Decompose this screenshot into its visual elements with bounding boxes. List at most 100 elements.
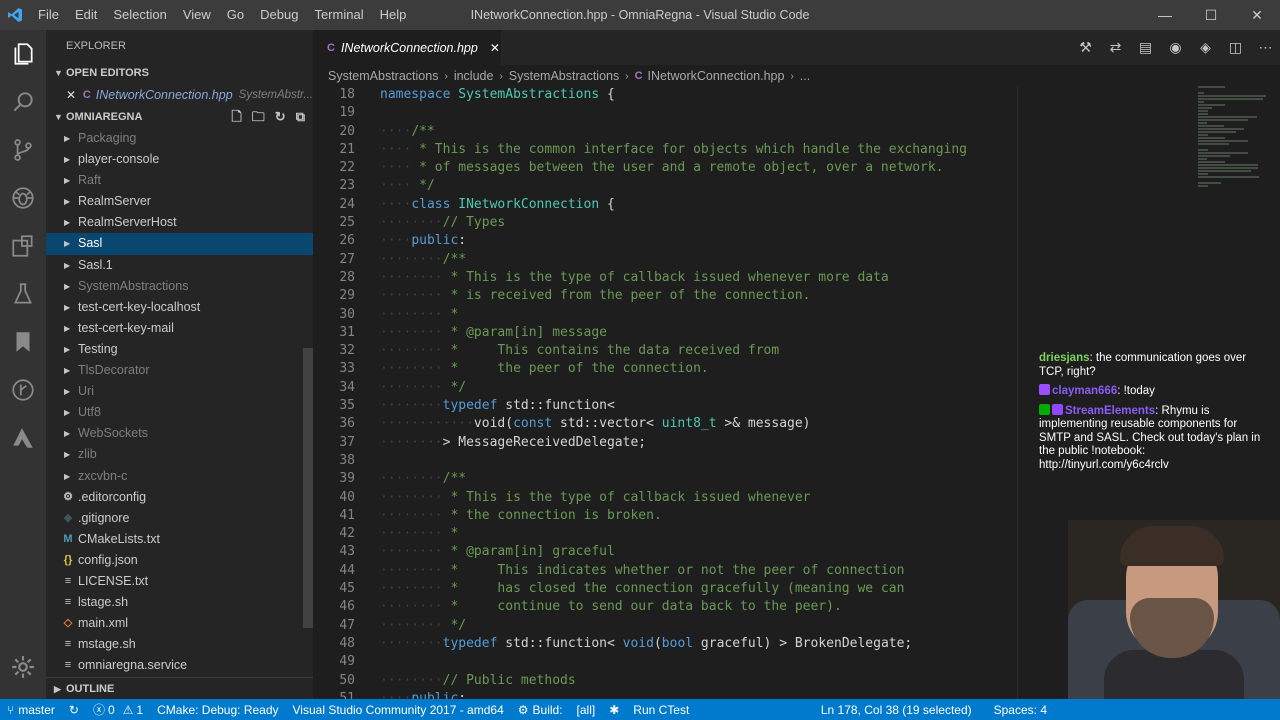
debug-icon[interactable] <box>0 174 46 222</box>
open-editors-section[interactable]: ▼ OPEN EDITORS <box>46 62 313 84</box>
close-button[interactable]: ✕ <box>1234 0 1280 30</box>
code-editor[interactable]: 18 namespace SystemAbstractions {19 20 ····… <box>313 86 1017 699</box>
new-file-icon[interactable]: 🗋 <box>231 106 241 128</box>
compare-icon[interactable]: ⇄ <box>1107 39 1124 56</box>
build-target[interactable]: [all] <box>570 703 603 717</box>
breadcrumb-item[interactable]: include <box>454 69 494 83</box>
menu-item-go[interactable]: Go <box>219 0 252 30</box>
tree-file[interactable]: ◇ main.xml <box>46 613 313 634</box>
tab-inetworkconnection[interactable]: C INetworkConnection.hpp ✕ <box>313 30 501 65</box>
menu-item-selection[interactable]: Selection <box>105 0 174 30</box>
more-icon[interactable]: ⋯ <box>1257 39 1274 56</box>
search-icon[interactable] <box>0 78 46 126</box>
sidebar-scrollbar[interactable] <box>303 348 313 628</box>
chevron-right-icon: › <box>499 70 503 82</box>
git-icon[interactable]: ◈ <box>1197 39 1214 56</box>
tree-file[interactable]: ◆ .gitignore <box>46 508 313 529</box>
open-preview-icon[interactable]: ▤ <box>1137 39 1154 56</box>
chevron-right-icon: ▶ <box>64 155 71 165</box>
new-folder-icon[interactable]: 🗀 <box>252 106 265 128</box>
menu-item-debug[interactable]: Debug <box>252 0 306 30</box>
refresh-icon[interactable]: ↻ <box>275 106 286 128</box>
run-icon[interactable]: ⚒ <box>1077 39 1094 56</box>
tree-folder[interactable]: ▶ RealmServer <box>46 191 313 212</box>
tree-folder[interactable]: ▶ test-cert-key-mail <box>46 318 313 339</box>
tree-folder[interactable]: ▶ test-cert-key-localhost <box>46 297 313 318</box>
menu-item-edit[interactable]: Edit <box>67 0 105 30</box>
tree-folder[interactable]: ▶ SystemAbstractions <box>46 276 313 297</box>
outline-section[interactable]: ▶ OUTLINE <box>46 677 313 699</box>
minimap-line <box>1198 143 1229 145</box>
bookmark-icon[interactable] <box>0 318 46 366</box>
files-icon[interactable] <box>0 30 46 78</box>
cursor-position[interactable]: Ln 178, Col 38 (19 selected) <box>814 703 979 717</box>
tree-folder[interactable]: ▶ Sasl <box>46 233 313 255</box>
chevron-right-icon: ▶ <box>64 429 71 439</box>
indentation[interactable]: Spaces: 4 <box>987 703 1054 717</box>
sync-icon[interactable]: ↻ <box>62 703 86 717</box>
test-flask-icon[interactable] <box>0 270 46 318</box>
menu-item-view[interactable]: View <box>175 0 219 30</box>
tree-folder[interactable]: ▶ Packaging <box>46 128 313 149</box>
open-editor-item[interactable]: ✕ C INetworkConnection.hpp SystemAbstr..… <box>46 84 313 106</box>
menu-item-file[interactable]: File <box>30 0 67 30</box>
tree-folder[interactable]: ▶ Utf8 <box>46 402 313 423</box>
split-editor-icon[interactable]: ◫ <box>1227 39 1244 56</box>
tree-folder[interactable]: ▶ WebSockets <box>46 423 313 444</box>
build-button[interactable]: ⚙ Build: <box>511 703 570 717</box>
tree-item-label: config.json <box>78 552 138 567</box>
tree-file[interactable]: {} config.json <box>46 550 313 571</box>
tree-file[interactable]: ⚙ .editorconfig <box>46 487 313 508</box>
tree-file[interactable]: ≡ LICENSE.txt <box>46 571 313 592</box>
tree-file[interactable]: ≡ omniaregna.service <box>46 655 313 676</box>
tree-folder[interactable]: ▶ Raft <box>46 170 313 191</box>
tree-folder[interactable]: ▶ RealmServerHost <box>46 212 313 233</box>
tree-folder[interactable]: ▶ Testing <box>46 339 313 360</box>
settings-gear-icon[interactable] <box>0 643 46 691</box>
project-actions: 🗋 🗀 ↻ ⧉ <box>231 106 305 128</box>
code-token: ( <box>653 635 662 651</box>
close-icon[interactable]: ✕ <box>490 41 500 55</box>
menu-item-help[interactable]: Help <box>372 0 415 30</box>
branch-indicator[interactable]: ⑂ master <box>0 703 62 717</box>
git-graph-icon[interactable] <box>0 366 46 414</box>
extensions-icon[interactable] <box>0 222 46 270</box>
tree-folder[interactable]: ▶ Sasl.1 <box>46 255 313 276</box>
run-ctest-button[interactable]: Run CTest <box>626 703 696 717</box>
tree-folder[interactable]: ▶ zxcvbn-c <box>46 466 313 487</box>
tree-file[interactable]: ≡ mstage.sh <box>46 634 313 655</box>
close-icon[interactable]: ✕ <box>66 88 79 102</box>
cmake-status[interactable]: CMake: Debug: Ready <box>150 703 285 717</box>
editor-tab-bar: C INetworkConnection.hpp ✕ ⚒ ⇄ ▤ ◉ ◈ ◫ ⋯ <box>313 30 1280 65</box>
cmake-kit[interactable]: Visual Studio Community 2017 - amd64 <box>286 703 511 717</box>
azure-icon[interactable] <box>0 414 46 462</box>
breadcrumb-item[interactable]: SystemAbstractions <box>509 69 619 83</box>
breadcrumb-item[interactable]: ... <box>800 69 810 83</box>
breadcrumb: SystemAbstractions › include › SystemAbs… <box>313 65 1280 87</box>
project-section[interactable]: ▼ OMNIAREGNA 🗋 🗀 ↻ ⧉ <box>46 106 313 128</box>
collapse-all-icon[interactable]: ⧉ <box>296 106 305 128</box>
tree-folder[interactable]: ▶ Uri <box>46 381 313 402</box>
tree-file[interactable]: M CMakeLists.txt <box>46 529 313 550</box>
code-line: 43 ········ * @param[in] graceful <box>313 543 1017 561</box>
tree-item-label: Utf8 <box>78 405 101 420</box>
tree-folder[interactable]: ▶ player-console <box>46 149 313 170</box>
minimize-button[interactable]: — <box>1142 0 1188 30</box>
tree-folder[interactable]: ▶ zlib <box>46 444 313 465</box>
breadcrumb-item[interactable]: SystemAbstractions <box>328 69 438 83</box>
minimap[interactable] <box>1198 86 1278 286</box>
problems-indicator[interactable]: ⓧ 0 ⚠ 1 <box>86 701 150 718</box>
file-type-icon: ◇ <box>63 617 73 630</box>
code-line: 30 ········ * <box>313 306 1017 324</box>
debug-bug-icon[interactable]: ✱ <box>602 703 626 717</box>
breadcrumb-item[interactable]: INetworkConnection.hpp <box>648 69 785 83</box>
toggle-icon[interactable]: ◉ <box>1167 39 1184 56</box>
maximize-button[interactable]: ☐ <box>1188 0 1234 30</box>
menu-item-terminal[interactable]: Terminal <box>306 0 371 30</box>
source-control-icon[interactable] <box>0 126 46 174</box>
stream-chat-overlay: driesjans: the communication goes over T… <box>1039 352 1271 477</box>
tree-file[interactable]: ≡ lstage.sh <box>46 592 313 613</box>
tree-folder[interactable]: ▶ TlsDecorator <box>46 360 313 381</box>
code-token: ···· <box>380 690 412 699</box>
tree-item-label: SystemAbstractions <box>78 278 189 293</box>
